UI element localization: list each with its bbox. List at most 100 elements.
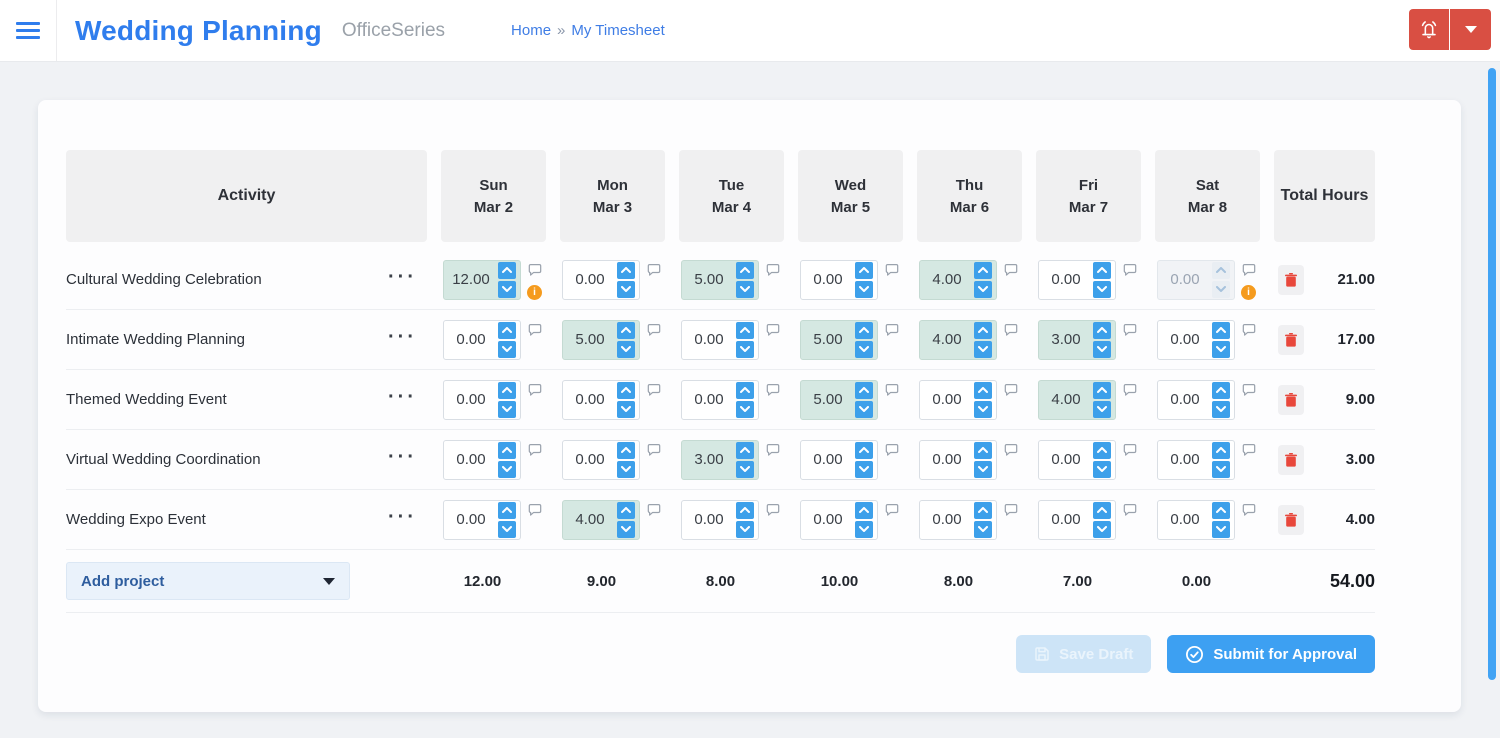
bell-icon[interactable] (1409, 9, 1450, 50)
hours-input[interactable]: 12.00 (443, 259, 521, 300)
comment-icon[interactable] (1004, 443, 1018, 457)
spinner-down-button[interactable] (617, 460, 635, 478)
hours-input[interactable]: 0.00 (1038, 439, 1116, 480)
spinner-down-button[interactable] (1093, 460, 1111, 478)
spinner-down-button[interactable] (855, 280, 873, 298)
spinner-up-button[interactable] (1093, 321, 1111, 339)
spinner-up-button[interactable] (855, 441, 873, 459)
hours-input[interactable]: 0.00 (1157, 319, 1235, 360)
spinner-down-button[interactable] (974, 280, 992, 298)
spinner-down-button[interactable] (736, 460, 754, 478)
spinner-down-button[interactable] (617, 340, 635, 358)
comment-icon[interactable] (766, 503, 780, 517)
spinner-down-button[interactable] (974, 400, 992, 418)
comment-icon[interactable] (766, 383, 780, 397)
comment-icon[interactable] (766, 443, 780, 457)
hours-input[interactable]: 0.00 (919, 499, 997, 540)
comment-icon[interactable] (766, 263, 780, 277)
hours-input[interactable]: 0.00 (1157, 499, 1235, 540)
scrollbar-thumb[interactable] (1488, 68, 1496, 680)
spinner-down-button[interactable] (498, 400, 516, 418)
hours-input[interactable]: 4.00 (562, 499, 640, 540)
comment-icon[interactable] (528, 383, 542, 397)
spinner-up-button[interactable] (1212, 381, 1230, 399)
comment-icon[interactable] (885, 383, 899, 397)
spinner-down-button[interactable] (855, 520, 873, 538)
save-draft-button[interactable]: Save Draft (1016, 635, 1152, 673)
comment-icon[interactable] (1123, 263, 1137, 277)
spinner-down-button[interactable] (1093, 520, 1111, 538)
hours-input[interactable]: 0.00 (800, 259, 878, 300)
delete-row-button[interactable] (1278, 324, 1304, 355)
spinner-up-button[interactable] (974, 321, 992, 339)
spinner-up-button[interactable] (498, 381, 516, 399)
spinner-down-button[interactable] (498, 520, 516, 538)
row-menu-button[interactable]: ··· (388, 507, 427, 528)
spinner-up-button[interactable] (1212, 441, 1230, 459)
comment-icon[interactable] (647, 383, 661, 397)
spinner-up-button[interactable] (736, 261, 754, 279)
hours-input[interactable]: 0.00 (681, 379, 759, 420)
spinner-down-button[interactable] (1093, 400, 1111, 418)
spinner-up-button[interactable] (1212, 261, 1230, 279)
hours-input[interactable]: 0.00 (800, 439, 878, 480)
spinner-up-button[interactable] (974, 381, 992, 399)
spinner-up-button[interactable] (855, 501, 873, 519)
spinner-up-button[interactable] (974, 441, 992, 459)
comment-icon[interactable] (885, 323, 899, 337)
spinner-up-button[interactable] (855, 381, 873, 399)
spinner-down-button[interactable] (617, 520, 635, 538)
comment-icon[interactable] (1004, 383, 1018, 397)
comment-icon[interactable] (528, 443, 542, 457)
spinner-up-button[interactable] (1212, 501, 1230, 519)
row-menu-button[interactable]: ··· (388, 387, 427, 408)
hours-input[interactable]: 0.00 (1038, 259, 1116, 300)
comment-icon[interactable] (1242, 263, 1256, 277)
comment-icon[interactable] (647, 503, 661, 517)
spinner-up-button[interactable] (498, 261, 516, 279)
spinner-up-button[interactable] (498, 321, 516, 339)
spinner-down-button[interactable] (617, 400, 635, 418)
spinner-down-button[interactable] (736, 280, 754, 298)
spinner-up-button[interactable] (617, 321, 635, 339)
hours-input[interactable]: 0.00 (562, 259, 640, 300)
hours-input[interactable]: 4.00 (919, 319, 997, 360)
comment-icon[interactable] (647, 263, 661, 277)
submit-for-approval-button[interactable]: Submit for Approval (1167, 635, 1375, 673)
spinner-down-button[interactable] (1212, 520, 1230, 538)
comment-icon[interactable] (1123, 503, 1137, 517)
comment-icon[interactable] (1242, 383, 1256, 397)
hours-input[interactable]: 0.00 (681, 499, 759, 540)
hours-input[interactable]: 4.00 (1038, 379, 1116, 420)
comment-icon[interactable] (1242, 323, 1256, 337)
spinner-down-button[interactable] (498, 340, 516, 358)
comment-icon[interactable] (528, 263, 542, 277)
spinner-up-button[interactable] (974, 501, 992, 519)
hours-input[interactable]: 0.00 (443, 439, 521, 480)
delete-row-button[interactable] (1278, 384, 1304, 415)
spinner-up-button[interactable] (1212, 321, 1230, 339)
spinner-up-button[interactable] (736, 501, 754, 519)
spinner-up-button[interactable] (498, 501, 516, 519)
hours-input[interactable]: 0.00 (1157, 439, 1235, 480)
hours-input[interactable]: 0.00 (562, 439, 640, 480)
spinner-down-button[interactable] (974, 460, 992, 478)
hours-input[interactable]: 0.00 (919, 439, 997, 480)
comment-icon[interactable] (885, 443, 899, 457)
hours-input[interactable]: 0.00 (681, 319, 759, 360)
comment-icon[interactable] (1004, 323, 1018, 337)
breadcrumb-home-link[interactable]: Home (511, 22, 551, 39)
hours-input[interactable]: 5.00 (681, 259, 759, 300)
hours-input[interactable]: 5.00 (800, 379, 878, 420)
spinner-up-button[interactable] (736, 381, 754, 399)
spinner-up-button[interactable] (855, 321, 873, 339)
spinner-up-button[interactable] (617, 501, 635, 519)
hours-input[interactable]: 3.00 (1038, 319, 1116, 360)
spinner-down-button[interactable] (855, 400, 873, 418)
hours-input[interactable]: 0.00 (443, 319, 521, 360)
add-project-select[interactable]: Add project (66, 562, 350, 600)
spinner-down-button[interactable] (617, 280, 635, 298)
spinner-down-button[interactable] (736, 340, 754, 358)
row-menu-button[interactable]: ··· (388, 447, 427, 468)
comment-icon[interactable] (1242, 443, 1256, 457)
